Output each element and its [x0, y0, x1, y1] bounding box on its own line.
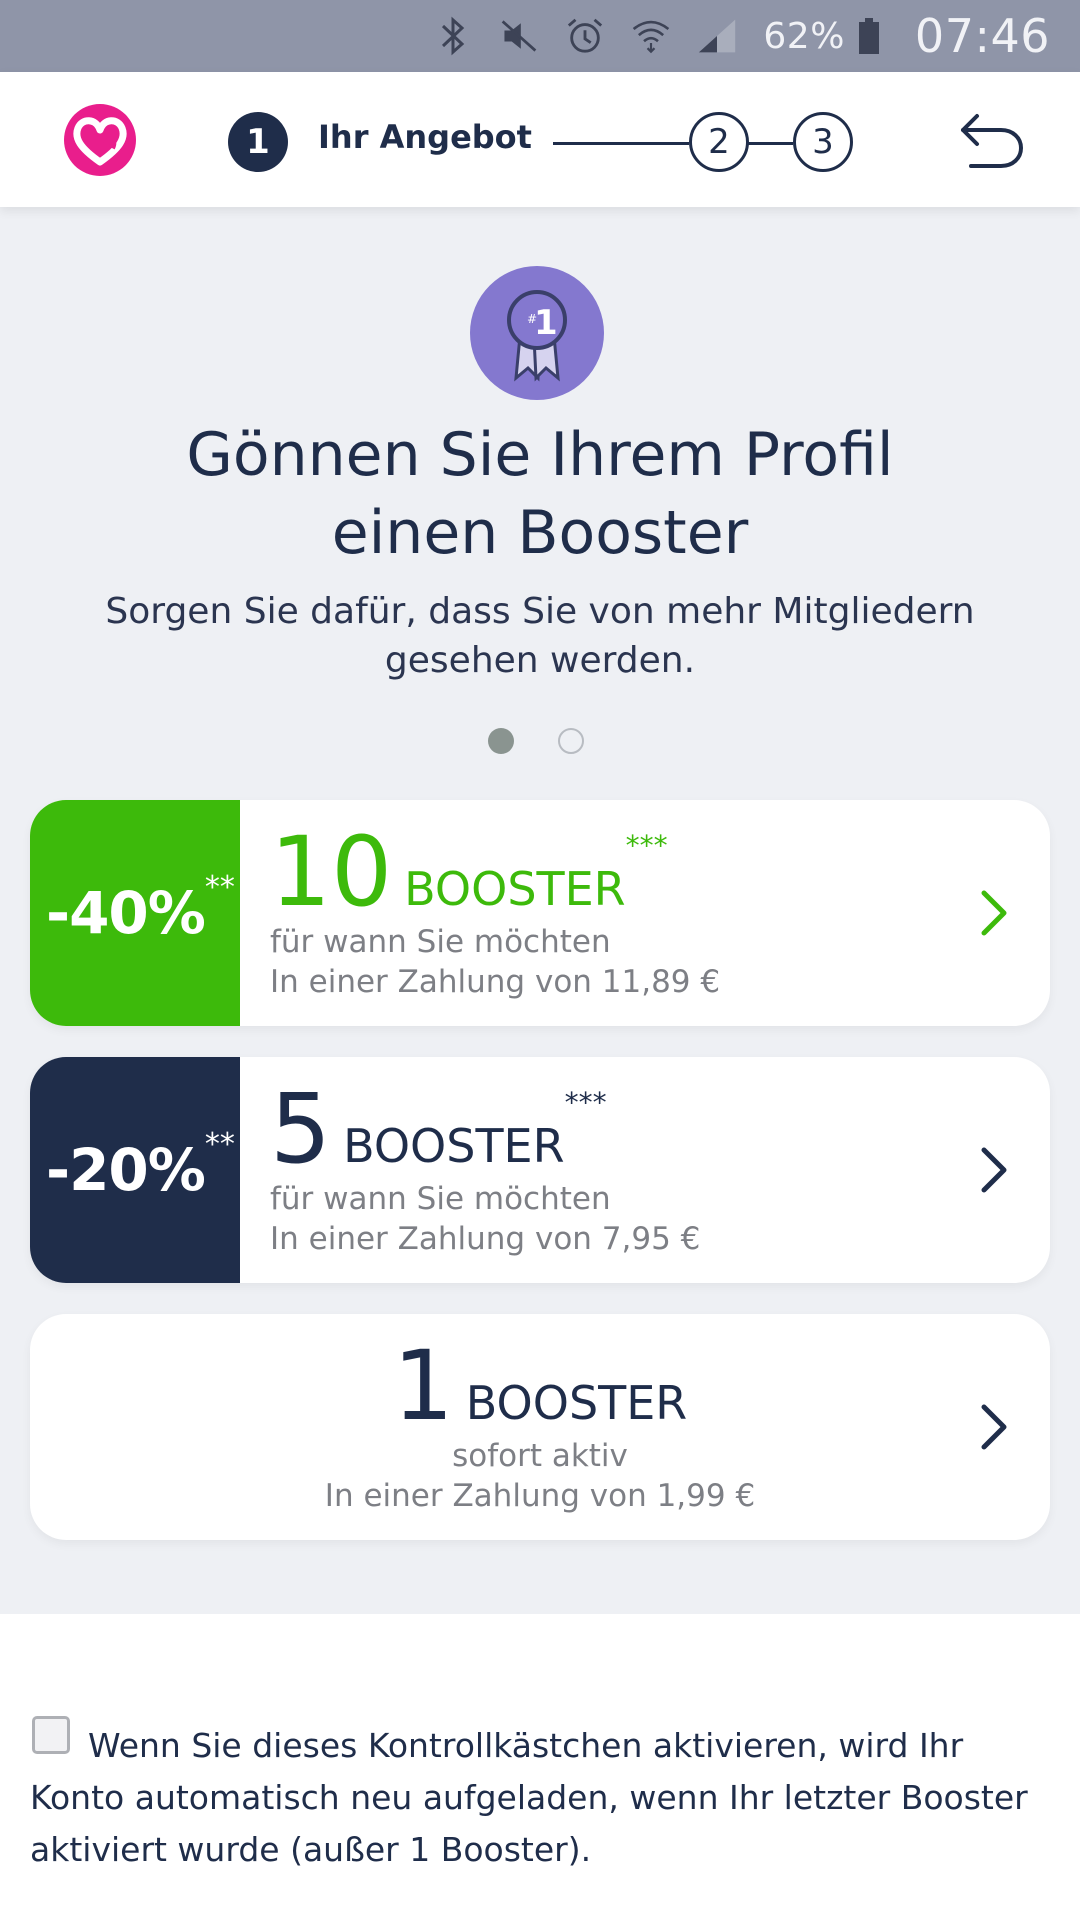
offer-price: In einer Zahlung von 11,89 €	[270, 964, 721, 1000]
carousel-pager	[488, 728, 584, 754]
step-indicator-current: 1	[228, 112, 288, 172]
offer-unit: BOOSTER	[343, 1119, 565, 1173]
offer-quantity: 10	[270, 816, 393, 928]
offer-price: In einer Zahlung von 1,99 €	[324, 1478, 756, 1514]
discount-percent: -20%	[46, 1136, 206, 1204]
wifi-icon	[631, 16, 671, 56]
offer-quantity: 1	[392, 1330, 454, 1442]
page-title: Gönnen Sie Ihrem Profil einen Booster	[0, 416, 1080, 572]
battery-percent: 62%	[763, 15, 845, 57]
bluetooth-icon	[433, 16, 473, 56]
battery-icon	[849, 16, 889, 56]
chevron-right-icon	[974, 883, 1014, 943]
step-connector	[747, 142, 793, 145]
discount-footnote: **	[204, 870, 235, 905]
discount-badge: -40% **	[30, 800, 240, 1026]
offer-card-10-booster[interactable]: -40% ** 10 BOOSTER*** für wann Sie möchte…	[30, 800, 1050, 1026]
step-indicator-2: 2	[689, 112, 749, 172]
offer-quantity: 5	[270, 1073, 332, 1185]
step-connector	[553, 142, 689, 145]
offer-unit: BOOSTER	[465, 1376, 688, 1430]
alarm-icon	[565, 16, 605, 56]
offer-usage: für wann Sie möchten	[270, 1181, 611, 1217]
top-header: 1 Ihr Angebot 2 3	[0, 72, 1080, 207]
offer-footnote: ***	[625, 829, 668, 862]
title-line-2: einen Booster	[331, 498, 749, 568]
discount-footnote: **	[204, 1127, 235, 1162]
offer-card-1-booster[interactable]: 1 BOOSTER sofort aktiv In einer Zahlung v…	[30, 1314, 1050, 1540]
clock: 07:46	[914, 9, 1050, 63]
chevron-right-icon	[974, 1397, 1014, 1457]
offer-details: 1 BOOSTER sofort aktiv In einer Zahlung v…	[30, 1336, 1050, 1516]
chevron-right-icon	[974, 1140, 1014, 1200]
page-subtitle: Sorgen Sie dafür, dass Sie von mehr Mitg…	[105, 591, 975, 681]
ribbon-badge-icon: # 1	[470, 266, 604, 400]
pager-dot-active[interactable]	[488, 728, 514, 754]
discount-percent: -40%	[46, 879, 206, 947]
step-label: Ihr Angebot	[318, 118, 532, 156]
status-bar: 62% 07:46	[0, 0, 1080, 72]
offer-usage: für wann Sie möchten	[270, 924, 611, 960]
offer-footnote: ***	[564, 1086, 607, 1119]
mute-icon	[499, 16, 539, 56]
offer-usage: sofort aktiv	[452, 1438, 628, 1474]
auto-renew-label: Wenn Sie dieses Kontrollkästchen aktivie…	[30, 1726, 1028, 1869]
offer-card-5-booster[interactable]: -20% ** 5 BOOSTER*** für wann Sie möchten…	[30, 1057, 1050, 1283]
heart-logo-icon[interactable]	[60, 100, 140, 180]
pager-dot[interactable]	[558, 728, 584, 754]
offer-unit: BOOSTER	[404, 862, 626, 916]
offer-details: 10 BOOSTER*** für wann Sie möchten In ein…	[270, 822, 720, 1002]
back-arrow-icon[interactable]	[955, 102, 1027, 174]
cell-signal-icon	[697, 16, 737, 56]
offer-details: 5 BOOSTER*** für wann Sie möchten In eine…	[270, 1079, 700, 1259]
offer-price: In einer Zahlung von 7,95 €	[270, 1221, 701, 1257]
badge-number: 1	[534, 303, 558, 343]
title-line-1: Gönnen Sie Ihrem Profil	[186, 420, 894, 490]
discount-badge: -20% **	[30, 1057, 240, 1283]
step-indicator-3: 3	[793, 112, 853, 172]
